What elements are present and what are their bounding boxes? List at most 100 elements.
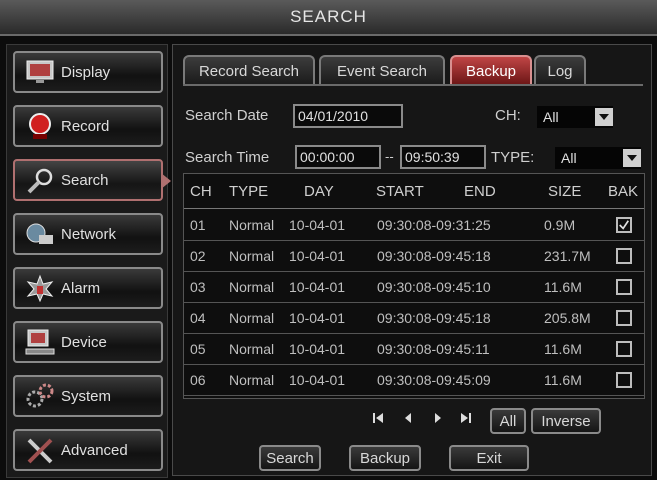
search-panel: Record Search Event Search Backup Log Se…	[172, 44, 652, 476]
sidebar-item-label: Display	[61, 63, 111, 81]
sidebar-item-alarm[interactable]: Alarm	[13, 267, 163, 309]
first-page-icon[interactable]	[371, 411, 385, 425]
cell-ch: 01	[190, 216, 206, 233]
backup-checkbox[interactable]	[616, 209, 632, 240]
cell-day: 10-04-01	[289, 247, 346, 264]
tab-event-search[interactable]: Event Search	[319, 55, 445, 85]
column-header-start: START	[376, 182, 424, 200]
backup-checkbox[interactable]	[616, 333, 632, 364]
backup-checkbox[interactable]	[616, 302, 632, 333]
cell-size: 0.9M	[544, 216, 576, 233]
column-header-end: END	[464, 182, 496, 200]
search-button[interactable]: Search	[259, 445, 321, 471]
column-header-bak: BAK	[608, 182, 639, 200]
chevron-down-icon	[623, 149, 641, 167]
last-page-icon[interactable]	[459, 411, 473, 425]
cell-size: 205.8M	[544, 309, 591, 326]
cell-range: 09:30:08-09:45:09	[377, 371, 491, 388]
sidebar-item-system[interactable]: System	[13, 375, 163, 417]
sidebar-item-record[interactable]: Record	[13, 105, 163, 147]
select-all-button[interactable]: All	[490, 408, 526, 434]
table-row[interactable]: 01 Normal 10-04-01 09:30:08-09:31:25 0.9…	[184, 209, 644, 241]
table-row[interactable]: 02 Normal 10-04-01 09:30:08-09:45:18 231…	[184, 240, 644, 272]
sidebar-item-search[interactable]: Search	[13, 159, 171, 201]
sidebar-item-label: Advanced	[61, 441, 128, 459]
sidebar-item-label: Network	[61, 225, 117, 243]
table-row[interactable]: 05 Normal 10-04-01 09:30:08-09:45:11 11.…	[184, 333, 644, 365]
sidebar-item-advanced[interactable]: Advanced	[13, 429, 163, 471]
cell-type: Normal	[229, 371, 275, 388]
cell-size: 11.6M	[544, 340, 582, 357]
table-header: CH TYPE DAY START END SIZE BAK	[184, 174, 644, 209]
sidebar-item-label: Search	[61, 171, 109, 189]
network-icon	[23, 219, 57, 249]
magnifier-icon	[23, 165, 57, 195]
search-time-end-field[interactable]: 09:50:39	[400, 145, 486, 169]
table-row[interactable]: 06 Normal 10-04-01 09:30:08-09:45:09 11.…	[184, 364, 644, 396]
record-icon	[23, 111, 57, 141]
monitor-icon	[23, 57, 57, 87]
sidebar-item-label: Alarm	[61, 279, 101, 297]
sidebar-item-label: System	[61, 387, 112, 405]
tab-record-search[interactable]: Record Search	[183, 55, 315, 85]
cell-range: 09:30:08-09:45:10	[377, 278, 491, 295]
sidebar-item-display[interactable]: Display	[13, 51, 163, 93]
active-indicator-arrow	[161, 173, 171, 189]
search-time-label: Search Time	[185, 149, 270, 166]
cell-type: Normal	[229, 216, 275, 233]
system-gears-icon	[23, 381, 57, 411]
channel-select-value: All	[543, 109, 559, 125]
cell-day: 10-04-01	[289, 216, 346, 233]
window-title-bar: SEARCH	[0, 0, 657, 36]
table-row[interactable]: 03 Normal 10-04-01 09:30:08-09:45:10 11.…	[184, 271, 644, 303]
cell-ch: 03	[190, 278, 206, 295]
table-row[interactable]: 04 Normal 10-04-01 09:30:08-09:45:18 205…	[184, 302, 644, 334]
time-range-separator: --	[385, 149, 394, 164]
exit-button[interactable]: Exit	[449, 445, 529, 471]
tab-backup[interactable]: Backup	[450, 55, 532, 85]
cell-day: 10-04-01	[289, 309, 346, 326]
device-icon	[23, 327, 57, 357]
previous-page-icon[interactable]	[401, 411, 415, 425]
next-page-icon[interactable]	[431, 411, 445, 425]
type-select-value: All	[561, 150, 577, 166]
cell-type: Normal	[229, 309, 275, 326]
checkmark-icon	[619, 219, 629, 230]
tab-log[interactable]: Log	[534, 55, 586, 85]
channel-label: CH:	[495, 107, 521, 124]
cell-type: Normal	[229, 340, 275, 357]
cell-range: 09:30:08-09:45:18	[377, 309, 491, 326]
backup-button[interactable]: Backup	[349, 445, 421, 471]
search-time-start-field[interactable]: 00:00:00	[295, 145, 381, 169]
sidebar-item-device[interactable]: Device	[13, 321, 163, 363]
sidebar-item-network[interactable]: Network	[13, 213, 163, 255]
cell-range: 09:30:08-09:31:25	[377, 216, 491, 233]
cell-type: Normal	[229, 278, 275, 295]
type-label: TYPE:	[491, 149, 535, 166]
backup-checkbox[interactable]	[616, 364, 632, 395]
cell-day: 10-04-01	[289, 278, 346, 295]
cell-day: 10-04-01	[289, 371, 346, 388]
cell-ch: 06	[190, 371, 206, 388]
search-date-field[interactable]: 04/01/2010	[293, 104, 403, 128]
type-select[interactable]: All	[555, 147, 641, 169]
window-title: SEARCH	[290, 7, 367, 26]
cell-size: 11.6M	[544, 278, 582, 295]
search-date-label: Search Date	[185, 107, 269, 124]
backup-checkbox[interactable]	[616, 240, 632, 271]
cell-size: 11.6M	[544, 371, 582, 388]
cell-size: 231.7M	[544, 247, 591, 264]
cell-day: 10-04-01	[289, 340, 346, 357]
column-header-size: SIZE	[548, 182, 582, 200]
backup-checkbox[interactable]	[616, 271, 632, 302]
channel-select[interactable]: All	[537, 106, 613, 128]
alarm-icon	[23, 273, 57, 303]
inverse-selection-button[interactable]: Inverse	[531, 408, 601, 434]
cell-ch: 04	[190, 309, 206, 326]
sidebar-item-label: Record	[61, 117, 110, 135]
cell-type: Normal	[229, 247, 275, 264]
column-header-type: TYPE	[229, 182, 269, 200]
cell-ch: 05	[190, 340, 206, 357]
backup-file-table: CH TYPE DAY START END SIZE BAK 01 Normal…	[183, 173, 645, 399]
sidebar: Display Record Search Network Alarm Devi…	[6, 44, 171, 478]
